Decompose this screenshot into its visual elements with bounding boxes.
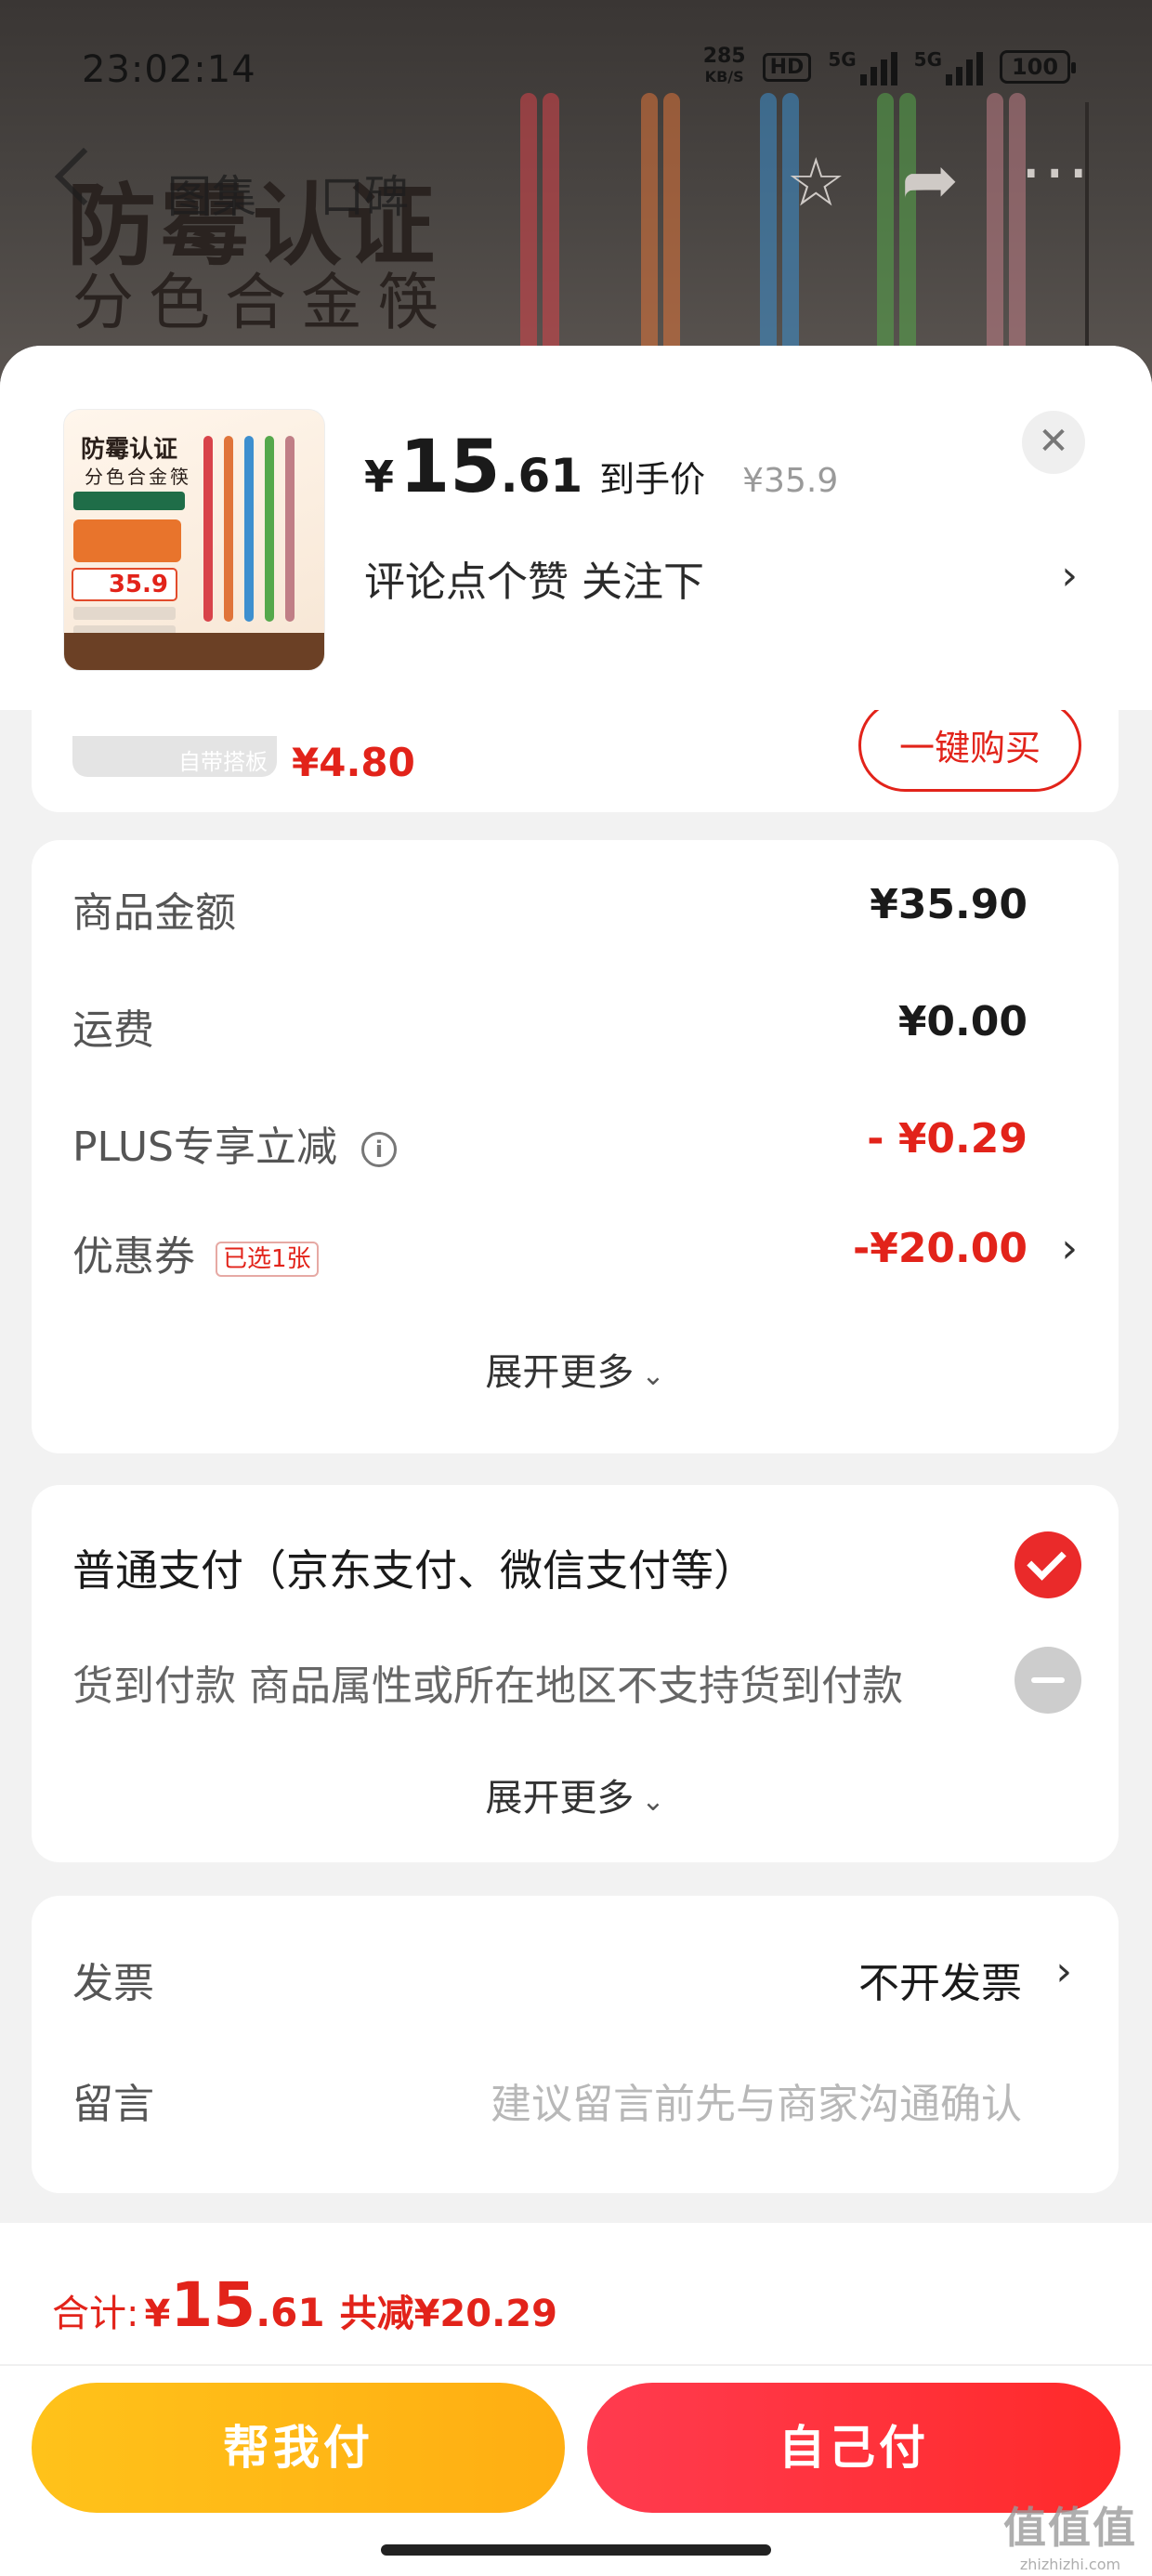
watermark-url: zhizhizhi.com bbox=[1019, 2556, 1121, 2573]
network-speed-unit: KB/S bbox=[704, 68, 744, 85]
chevron-down-icon: ⌄ bbox=[641, 1785, 665, 1818]
price-currency: ¥ bbox=[364, 452, 395, 502]
watermark-logo: 值值值 zhizhizhi.com bbox=[1003, 2494, 1137, 2573]
help-pay-button[interactable]: 帮我付 bbox=[32, 2383, 565, 2513]
expand-more-label: 展开更多 bbox=[485, 1351, 635, 1394]
invoice-label: 发票 bbox=[72, 1960, 154, 2007]
checkout-bottom-bar: 合计: ¥ 15 .61 共减¥20.29 帮我付 自己付 值值值 zhizhi… bbox=[0, 2223, 1152, 2576]
network-speed: 285 KB/S bbox=[703, 46, 746, 87]
chopstick-image bbox=[285, 436, 295, 622]
thumbnail-line bbox=[73, 607, 176, 620]
chevron-right-icon[interactable]: › bbox=[1061, 1225, 1078, 1272]
thumbnail-price: 35.9 bbox=[72, 568, 177, 601]
product-spec[interactable]: 评论点个赞 关注下 bbox=[364, 548, 704, 608]
sheet-header: 防霉认证 分色合金筷 35.9 ¥ 15 .61 到手价 ¥35.9 评论点个赞… bbox=[0, 346, 1152, 710]
plus-discount-text: PLUS专享立减 bbox=[72, 1124, 337, 1171]
info-icon[interactable]: i bbox=[361, 1132, 397, 1167]
price-decimal: .61 bbox=[500, 449, 583, 503]
status-time: 23:02:14 bbox=[82, 48, 256, 91]
status-bar: 23:02:14 285 KB/S HD 5G 5G 100 bbox=[0, 37, 1152, 102]
signal-icon: 5G bbox=[914, 48, 983, 85]
chevron-right-icon[interactable]: › bbox=[1055, 1948, 1072, 1995]
thumbnail-badge bbox=[73, 492, 185, 510]
recommended-product-label: 自带搭板 bbox=[178, 749, 268, 775]
expand-more-button[interactable]: 展开更多 ⌄ bbox=[32, 1768, 1119, 1821]
thumbnail-subtitle: 分色合金筷 bbox=[85, 466, 191, 488]
payment-option-cod: 货到付款 商品属性或所在地区不支持货到付款 bbox=[72, 1663, 903, 1710]
plus-discount-value: - ¥0.29 bbox=[867, 1115, 1028, 1163]
chevron-right-icon[interactable]: › bbox=[1061, 552, 1078, 599]
signal-label: 5G bbox=[913, 48, 942, 71]
message-label: 留言 bbox=[72, 2081, 154, 2128]
battery-icon: 100 bbox=[1000, 50, 1076, 84]
coupon-value: -¥20.00 bbox=[852, 1225, 1028, 1272]
payment-method-card: 普通支付（京东支付、微信支付等） 货到付款 商品属性或所在地区不支持货到付款 展… bbox=[32, 1485, 1119, 1862]
thumbnail-footer bbox=[64, 633, 324, 670]
tab-reviews[interactable]: 口碑 bbox=[320, 160, 409, 225]
thumbnail-promo bbox=[73, 519, 181, 562]
total-label: 合计: bbox=[52, 2293, 139, 2335]
plus-discount-label: PLUS专享立减 i bbox=[72, 1113, 397, 1173]
coupon-text: 优惠券 bbox=[72, 1233, 195, 1281]
product-page-background: 防霉认证 分色合金筷 23:02:14 285 KB/S HD 5G 5G 10… bbox=[0, 0, 1152, 390]
total-currency: ¥ bbox=[144, 2293, 171, 2335]
price-tag: 到手价 bbox=[599, 459, 706, 500]
summary-row-shipping: 运费 ¥0.00 bbox=[72, 989, 1078, 1054]
price-integer: 15 bbox=[399, 426, 501, 509]
coupon-label: 优惠券 已选1张 bbox=[72, 1223, 319, 1282]
hd-icon: HD bbox=[762, 52, 812, 82]
goods-amount-value: ¥35.90 bbox=[870, 881, 1028, 928]
product-thumbnail[interactable]: 防霉认证 分色合金筷 35.9 bbox=[63, 409, 325, 671]
signal-icon: 5G bbox=[828, 48, 897, 85]
goods-amount-label: 商品金额 bbox=[72, 889, 236, 937]
shipping-label: 运费 bbox=[72, 1006, 154, 1054]
chopstick-image bbox=[224, 436, 233, 622]
divider bbox=[0, 2364, 1152, 2366]
final-price: ¥ 15 .61 到手价 ¥35.9 bbox=[364, 426, 838, 509]
chevron-down-icon: ⌄ bbox=[641, 1360, 665, 1392]
thumbnail-title: 防霉认证 bbox=[81, 436, 178, 464]
price-summary-card: 商品金额 ¥35.90 运费 ¥0.00 PLUS专享立减 i - ¥0.29 优… bbox=[32, 840, 1119, 1453]
invoice-value[interactable]: 不开发票 bbox=[858, 1950, 1022, 2009]
expand-more-label: 展开更多 bbox=[485, 1777, 635, 1820]
expand-more-button[interactable]: 展开更多 ⌄ bbox=[32, 1342, 1119, 1396]
coupon-selected-badge: 已选1张 bbox=[216, 1242, 319, 1277]
checked-radio-icon[interactable] bbox=[1015, 1531, 1081, 1598]
banner-subtitle: 分色合金筷 bbox=[72, 267, 453, 338]
payment-option-normal[interactable]: 普通支付（京东支付、微信支付等） bbox=[72, 1537, 756, 1598]
chopstick-image bbox=[265, 436, 274, 622]
tab-gallery[interactable]: 图集 bbox=[167, 160, 256, 225]
recommended-product-price: ¥4.80 bbox=[292, 740, 415, 785]
total-integer: 15 bbox=[170, 2269, 256, 2341]
favorite-star-icon[interactable]: ☆ bbox=[786, 149, 846, 216]
back-icon[interactable] bbox=[54, 147, 113, 206]
invoice-message-card: 发票 不开发票 › 留言 建议留言前先与商家沟通确认 bbox=[32, 1896, 1119, 2193]
signal-label: 5G bbox=[828, 48, 857, 71]
total-decimal: .61 bbox=[255, 2290, 325, 2335]
more-icon[interactable]: ··· bbox=[1020, 134, 1092, 214]
shipping-value: ¥0.00 bbox=[897, 998, 1028, 1045]
close-button[interactable]: ✕ bbox=[1022, 411, 1085, 474]
product-nav-bar: 图集 口碑 ☆ ➦ ··· bbox=[0, 134, 1152, 232]
total-saving: 共减¥20.29 bbox=[339, 2293, 557, 2335]
home-indicator[interactable] bbox=[381, 2544, 771, 2556]
chopstick-image bbox=[244, 436, 254, 622]
summary-row-coupon[interactable]: 优惠券 已选1张 -¥20.00 › bbox=[72, 1216, 1078, 1281]
chopstick-image bbox=[203, 436, 213, 622]
quick-buy-button[interactable]: 一键购买 bbox=[858, 699, 1081, 792]
network-speed-value: 285 bbox=[702, 45, 746, 68]
original-price: ¥35.9 bbox=[742, 462, 839, 500]
summary-row-plus: PLUS专享立减 i - ¥0.29 bbox=[72, 1106, 1078, 1171]
status-icons: 285 KB/S HD 5G 5G 100 bbox=[703, 46, 1076, 87]
watermark-text: 值值值 bbox=[1003, 2503, 1137, 2553]
message-input[interactable]: 建议留言前先与商家沟通确认 bbox=[491, 2070, 1022, 2130]
summary-row-goods: 商品金额 ¥35.90 bbox=[72, 872, 1078, 937]
self-pay-button[interactable]: 自己付 bbox=[587, 2383, 1120, 2513]
share-icon[interactable]: ➦ bbox=[901, 143, 959, 217]
total-price: 合计: ¥ 15 .61 共减¥20.29 bbox=[52, 2269, 557, 2341]
disabled-radio-icon bbox=[1015, 1647, 1081, 1714]
